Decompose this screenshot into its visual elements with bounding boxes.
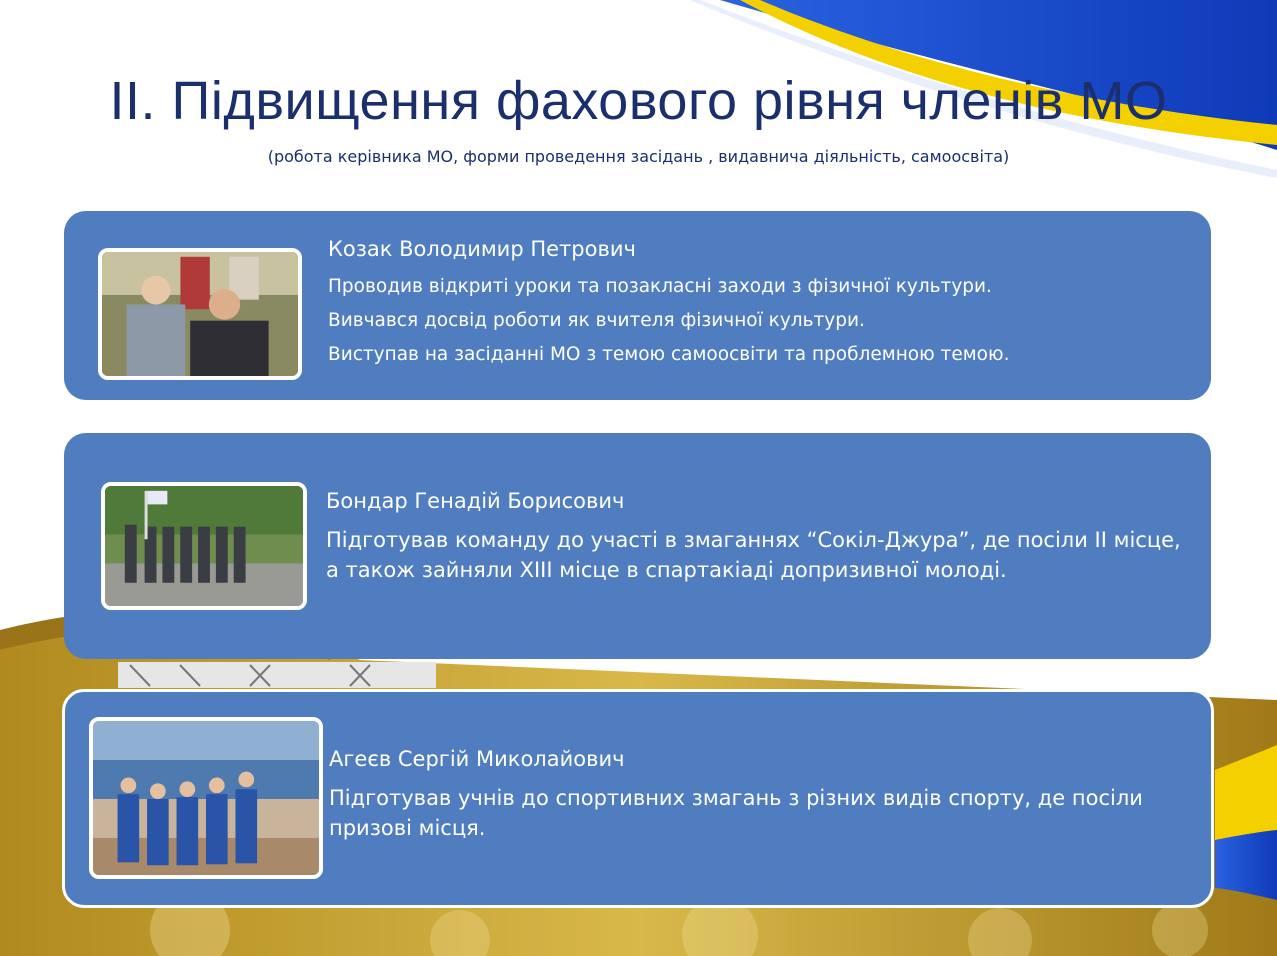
teacher-card-2: Бондар Генадій Борисович Підготував кома… <box>64 433 1211 659</box>
slide-title: ІІ. Підвищення фахового рівня членів МО <box>109 71 1168 131</box>
slide-subtitle: (робота керівника МО, форми проведення з… <box>267 147 1010 166</box>
teacher-card-1: Козак Володимир Петрович Проводив відкри… <box>64 211 1211 400</box>
team-outdoor-photo-icon <box>101 482 307 610</box>
team-gym-photo-icon <box>89 717 323 879</box>
teacher-name: Бондар Генадій Борисович <box>326 489 625 513</box>
portrait-photo-icon <box>98 248 302 380</box>
teacher-name: Агеєв Сергій Миколайович <box>329 747 625 771</box>
achievement-line: Виступав на засіданні МО з темою самоосв… <box>328 344 1010 366</box>
teacher-name: Козак Володимир Петрович <box>328 237 636 261</box>
achievement-line: Вивчався досвід роботи як вчителя фізичн… <box>328 310 865 332</box>
teacher-card-3: Агеєв Сергій Миколайович Підготував учні… <box>62 689 1214 908</box>
achievement-line: Проводив відкриті уроки та позакласні за… <box>328 276 992 297</box>
achievement-line: Підготував команду до участі в змаганнях… <box>326 528 1181 583</box>
achievement-line: Підготував учнів до спортивних змагань з… <box>329 786 1143 841</box>
